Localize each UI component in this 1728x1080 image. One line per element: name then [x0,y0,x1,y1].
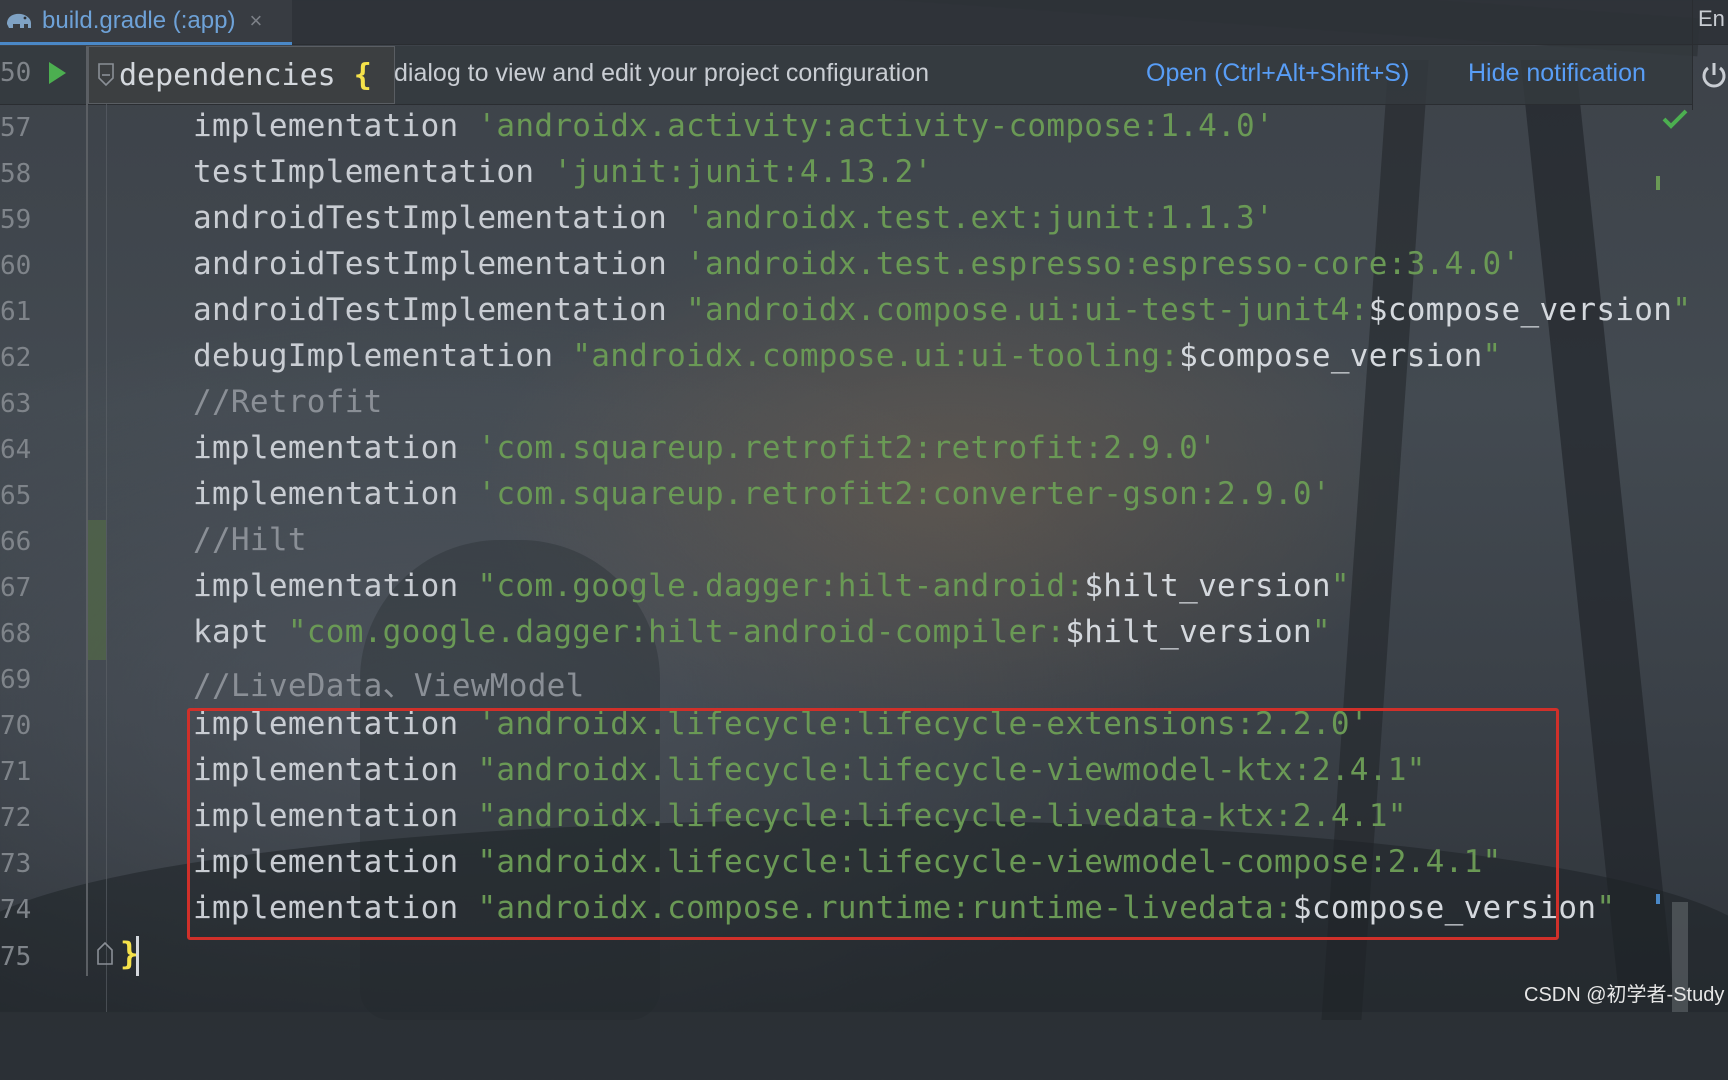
code-keyword: implementation [193,568,459,604]
code-line[interactable]: androidTestImplementation 'androidx.test… [193,246,1520,282]
code-keyword: implementation [193,430,459,466]
breadcrumb-brace: { [353,57,372,93]
watermark: CSDN @初学者-Study [1524,984,1725,1006]
tab-build-gradle[interactable]: build.gradle (:app) × [0,0,292,45]
line-number: 74 [0,895,32,925]
code-line[interactable]: implementation "com.google.dagger:hilt-a… [193,568,1350,604]
code-string: 'com.squareup.retrofit2:converter-gson:2… [477,476,1331,512]
fold-separator [106,104,107,1012]
line-number: 69 [0,665,32,695]
line-number: 50 [0,58,32,88]
code-line[interactable]: testImplementation 'junit:junit:4.13.2' [193,154,933,190]
code-comment-line[interactable]: //LiveData、ViewModel [193,660,585,705]
code-comment-line[interactable]: //Retrofit [193,384,383,420]
code-line[interactable]: androidTestImplementation "androidx.comp… [193,292,1691,328]
line-number: 65 [0,481,32,511]
code-line[interactable]: androidTestImplementation 'androidx.test… [193,200,1274,236]
tab-label: build.gradle (:app) [42,7,236,34]
code-line[interactable]: debugImplementation "androidx.compose.ui… [193,338,1502,374]
code-comment-line[interactable]: //Hilt [193,522,307,558]
fold-icon[interactable] [97,62,115,88]
change-marker[interactable] [1656,894,1660,904]
line-number: 61 [0,297,32,327]
line-number: 62 [0,343,32,373]
line-number: 72 [0,803,32,833]
line-number: 70 [0,711,32,741]
power-icon[interactable] [1700,60,1728,90]
hide-notification-link[interactable]: Hide notification [1468,59,1646,88]
code-string: 'androidx.activity:activity-compose:1.4.… [477,108,1274,144]
code-variable: $compose_version [1368,292,1673,328]
highlight-annotation-box [187,708,1559,940]
code-variable: $hilt_version [1084,568,1331,604]
code-keyword: testImplementation [193,154,535,190]
code-comment: //LiveData、ViewModel [193,668,585,704]
panel-divider [1692,0,1693,110]
code-line[interactable]: implementation 'com.squareup.retrofit2:r… [193,430,1217,466]
code-string: " [1311,614,1331,650]
line-number: 66 [0,527,32,557]
line-number: 64 [0,435,32,465]
close-icon[interactable]: × [249,8,262,34]
code-keyword: kapt [193,614,269,650]
text-cursor [136,936,139,976]
code-line[interactable]: implementation 'com.squareup.retrofit2:c… [193,476,1331,512]
code-comment: //Retrofit [193,384,383,420]
code-string: "androidx.compose.ui:ui-tooling: [572,338,1180,374]
run-icon[interactable] [46,60,68,86]
code-string: 'androidx.test.espresso:espresso-core:3.… [686,246,1521,282]
code-keyword: androidTestImplementation [193,200,668,236]
line-number: 73 [0,849,32,879]
line-number: 63 [0,389,32,419]
line-number: 67 [0,573,32,603]
code-string: " [1596,890,1616,926]
line-number: 75 [0,942,32,972]
line-number: 60 [0,251,32,281]
gradle-elephant-icon [2,9,36,33]
code-string: 'androidx.test.ext:junit:1.1.3' [686,200,1274,236]
vcs-change-marker[interactable] [88,520,106,660]
open-project-structure-link[interactable]: Open (Ctrl+Alt+Shift+S) [1146,59,1409,88]
code-keyword: androidTestImplementation [193,292,668,328]
check-icon[interactable] [1662,108,1688,130]
code-line[interactable]: implementation 'androidx.activity:activi… [193,108,1274,144]
code-string: " [1672,292,1692,328]
code-string: "com.google.dagger:hilt-android: [477,568,1085,604]
code-variable: $hilt_version [1065,614,1312,650]
code-string: 'com.squareup.retrofit2:retrofit:2.9.0' [477,430,1218,466]
breadcrumb-label: dependencies [119,57,336,93]
code-string: "com.google.dagger:hilt-android-compiler… [287,614,1066,650]
gutter-separator [86,46,88,976]
code-variable: $compose_version [1179,338,1483,374]
code-keyword: androidTestImplementation [193,246,668,282]
line-number: 59 [0,205,32,235]
line-number: 68 [0,619,32,649]
editor-tab-bar: build.gradle (:app) × En [0,0,1728,45]
fold-end-icon[interactable] [96,941,114,966]
code-keyword: implementation [193,476,459,512]
code-keyword: debugImplementation [193,338,554,374]
tab-overflow-label[interactable]: En [1698,6,1728,32]
code-string: "androidx.compose.ui:ui-test-junit4: [686,292,1369,328]
code-line[interactable]: kapt "com.google.dagger:hilt-android-com… [193,614,1331,650]
change-marker[interactable] [1656,176,1660,190]
code-comment: //Hilt [193,522,307,558]
line-number: 71 [0,757,32,787]
line-number: 58 [0,159,32,189]
code-keyword: implementation [193,108,459,144]
notification-text: dialog to view and edit your project con… [394,59,930,87]
code-string: " [1482,338,1502,374]
breadcrumb[interactable]: dependencies { [88,46,395,104]
code-string: 'junit:junit:4.13.2' [553,154,933,190]
line-number: 57 [0,113,32,143]
code-string: " [1330,568,1350,604]
